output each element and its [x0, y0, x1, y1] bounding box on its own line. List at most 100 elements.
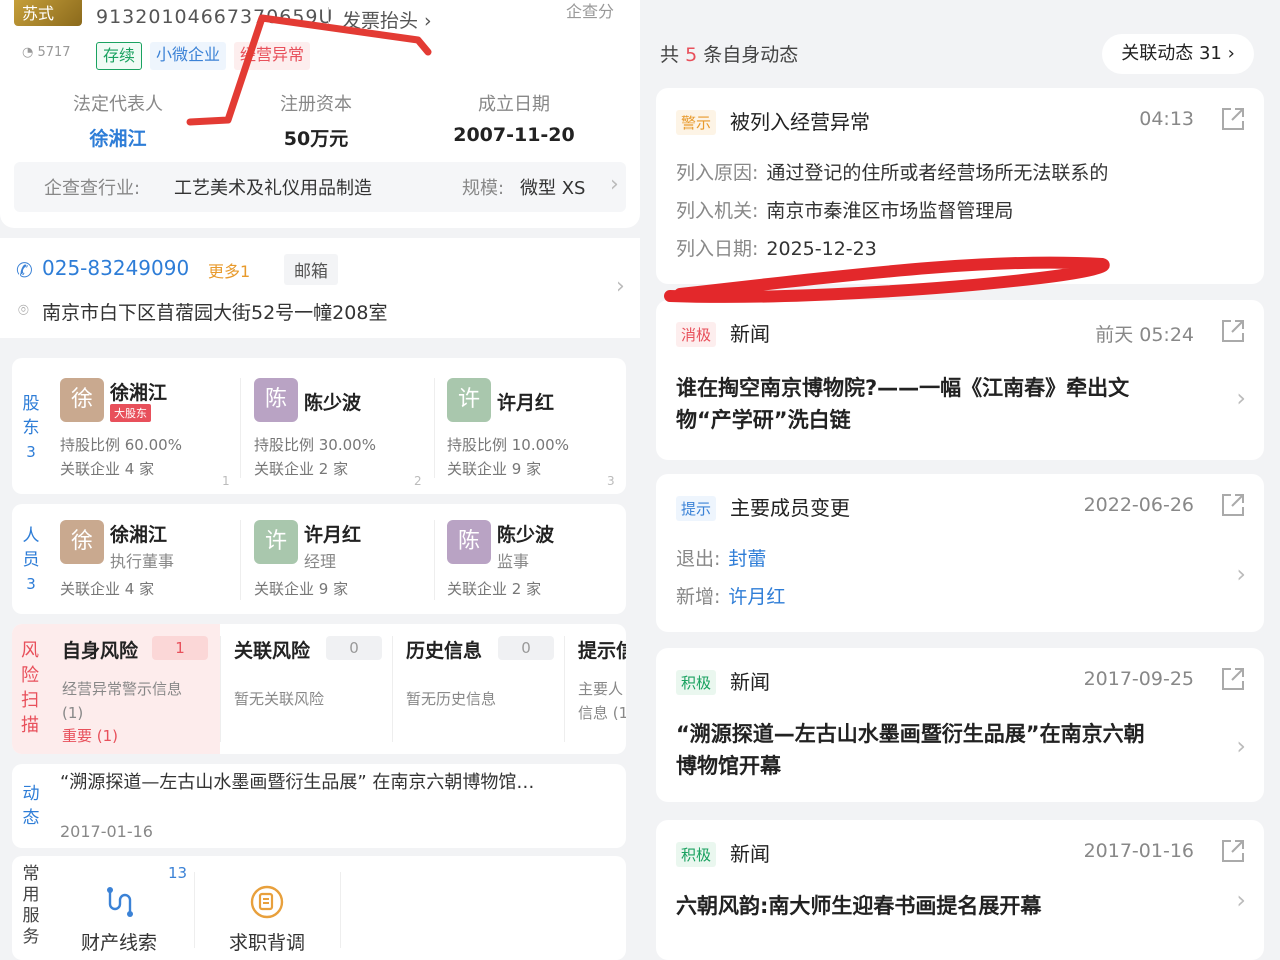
view-count: ◔ 5717 — [22, 45, 71, 60]
risk-scan-label: 风险扫描 — [21, 640, 39, 736]
avatar: 徐 — [60, 520, 104, 564]
divider — [340, 872, 341, 948]
event-card-news-negative[interactable]: 消极 新闻 前天 05:24 谁在掏空南京博物院?——一幅《江南春》牵出文 物“产… — [656, 300, 1264, 460]
chevron-right-icon: › — [1236, 732, 1246, 760]
status-badge-abnormal[interactable]: 经营异常 — [234, 42, 311, 70]
event-card-abnormal[interactable]: 警示 被列入经营异常 04:13 列入原因: 通过登记的住所或者经营场所无法联系的… — [656, 88, 1264, 284]
news-headline: 谁在掏空南京博物院?——一幅《江南春》牵出文 物“产学研”洗白链 — [676, 376, 1130, 432]
avatar: 陈 — [447, 520, 491, 564]
staff-card-1[interactable]: 徐 徐湘江 执行董事 关联企业 4 家 — [60, 520, 250, 610]
background-check-icon — [250, 885, 284, 919]
services-label: 常用服务 — [22, 864, 40, 947]
shareholders-label[interactable]: 股东3 — [12, 392, 50, 464]
event-time: 2017-01-16 — [1083, 840, 1194, 862]
divider — [392, 636, 393, 742]
event-time: 2017-09-25 — [1083, 668, 1194, 690]
event-title: 新闻 — [730, 322, 770, 346]
avatar: 陈 — [254, 378, 298, 422]
risk-scan-card: 风险扫描 自身风险 1 经营异常警示信息 (1) 重要 (1) 关联风险 0 暂… — [12, 624, 626, 754]
tips-info[interactable]: 提示信 主要人 信息 (1 — [578, 636, 626, 725]
shareholder-card-1[interactable]: 徐 徐湘江 大股东 持股比例 60.00% 关联企业 4 家 1 — [60, 378, 250, 488]
self-risk-count: 1 — [152, 636, 208, 660]
divider — [220, 636, 221, 742]
location-pin-icon: ⌾ — [18, 300, 29, 321]
event-title: 新闻 — [730, 670, 770, 694]
status-badge-active: 存续 — [96, 42, 143, 70]
self-risk[interactable]: 自身风险 1 经营异常警示信息 (1) 重要 (1) — [62, 636, 212, 746]
phone-icon: ✆ — [16, 258, 33, 282]
staff-card-2[interactable]: 许 许月红 经理 关联企业 9 家 — [254, 520, 444, 610]
avatar: 徐 — [60, 378, 104, 422]
shareholder-card-3[interactable]: 许 许月红 持股比例 10.00% 关联企业 9 家 3 — [447, 378, 637, 488]
background-check-service[interactable]: 求职背调 — [212, 884, 322, 955]
dynamics-summary: 共 5 条自身动态 — [660, 44, 799, 66]
event-card-member-change[interactable]: 提示 主要成员变更 2022-06-26 退出: 封蕾 新增: 许月红 › — [656, 474, 1264, 632]
address-text[interactable]: 南京市白下区苜蓿园大街52号一幢208室 — [42, 298, 387, 325]
shareholder-card-2[interactable]: 陈 陈少波 持股比例 30.00% 关联企业 2 家 2 — [254, 378, 444, 488]
asset-clues-icon — [107, 887, 133, 917]
avatar: 许 — [447, 378, 491, 422]
chevron-right-icon: › — [616, 274, 625, 299]
external-link-icon[interactable] — [1220, 106, 1246, 132]
event-detail-line: 列入原因: 通过登记的住所或者经营场所无法联系的 — [676, 162, 1109, 184]
chevron-right-icon: › — [1236, 886, 1246, 914]
event-time: 2022-06-26 — [1083, 494, 1194, 516]
event-card-news-positive[interactable]: 积极 新闻 2017-01-16 六朝风韵:南大师生迎春书画提名展开幕 › — [656, 820, 1264, 960]
dynamic-date: 2017-01-16 — [60, 822, 153, 841]
event-tag: 提示 — [676, 496, 717, 521]
event-tag: 消极 — [676, 322, 717, 347]
external-link-icon[interactable] — [1220, 492, 1246, 518]
event-detail-line: 新增: 许月红 — [676, 586, 786, 608]
event-title: 被列入经营异常 — [730, 110, 870, 134]
registered-capital: 注册资本 50万元 — [280, 94, 352, 150]
divider — [564, 636, 565, 742]
company-detail-panel: 苏式 91320104667370659U 发票抬头 › 企查分 ◔ 5717 … — [0, 0, 640, 960]
company-header-card: 苏式 91320104667370659U 发票抬头 › 企查分 ◔ 5717 … — [0, 0, 640, 228]
external-link-icon[interactable] — [1220, 838, 1246, 864]
email-button[interactable]: 邮箱 — [284, 254, 338, 285]
staff-card-3[interactable]: 陈 陈少波 监事 关联企业 2 家 — [447, 520, 637, 610]
credit-code: 91320104667370659U — [96, 6, 334, 28]
event-tag: 积极 — [676, 842, 717, 867]
divider — [434, 378, 435, 478]
dynamic-card[interactable]: 动态 “溯源探道—左古山水墨画暨衍生品展” 在南京六朝博物馆… 2017-01-… — [12, 764, 626, 848]
event-detail-line: 退出: 封蕾 — [676, 548, 767, 570]
staff-label[interactable]: 人员3 — [12, 524, 50, 596]
event-time: 前天 05:24 — [1095, 324, 1194, 346]
staff-card: 人员3 徐 徐湘江 执行董事 关联企业 4 家 许 许月红 经理 关联企业 9 … — [12, 504, 626, 614]
chevron-right-icon: › — [1236, 560, 1246, 588]
divider — [240, 520, 241, 600]
history-info[interactable]: 历史信息 0 暂无历史信息 — [406, 636, 566, 711]
related-risk[interactable]: 关联风险 0 暂无关联风险 — [234, 636, 394, 711]
status-badge-small-enterprise: 小微企业 — [150, 42, 227, 70]
major-shareholder-badge: 大股东 — [110, 404, 151, 422]
divider — [434, 520, 435, 600]
related-dynamics-button[interactable]: 关联动态 31 › — [1102, 34, 1254, 74]
status-tags: 存续 小微企业 经营异常 — [96, 42, 311, 70]
qcc-score-link[interactable]: 企查分 — [566, 0, 614, 22]
event-tag: 积极 — [676, 670, 717, 695]
avatar: 许 — [254, 520, 298, 564]
divider — [194, 872, 195, 948]
shareholders-card: 股东3 徐 徐湘江 大股东 持股比例 60.00% 关联企业 4 家 1 陈 陈… — [12, 358, 626, 494]
chevron-right-icon: › — [1236, 384, 1246, 412]
legal-representative: 法定代表人 徐湘江 — [18, 90, 218, 151]
chevron-right-icon: › — [610, 172, 619, 197]
dynamic-label: 动态 — [22, 784, 40, 828]
external-link-icon[interactable] — [1220, 318, 1246, 344]
asset-clues-count: 13 — [168, 864, 188, 882]
external-link-icon[interactable] — [1220, 666, 1246, 692]
legal-representative-link[interactable]: 徐湘江 — [18, 124, 218, 151]
phone-link[interactable]: 025-83249090 — [42, 256, 189, 280]
industry-row[interactable]: 企查查行业: 工艺美术及礼仪用品制造 规模: 微型 XS › — [14, 162, 626, 212]
invoice-header-link[interactable]: 发票抬头 › — [342, 6, 432, 33]
event-time: 04:13 — [1139, 108, 1194, 130]
event-card-news-positive[interactable]: 积极 新闻 2017-09-25 “溯源探道—左古山水墨画暨衍生品展”在南京六朝… — [656, 648, 1264, 802]
more-phones-link[interactable]: 更多1 — [208, 258, 250, 282]
event-detail-line: 列入机关: 南京市秦淮区市场监督管理局 — [676, 200, 1014, 222]
common-services-card: 常用服务 财产线索 13 求职背调 — [12, 856, 626, 960]
event-tag: 警示 — [676, 110, 717, 135]
asset-clues-service[interactable]: 财产线索 — [64, 884, 174, 955]
event-title: 主要成员变更 — [730, 496, 850, 520]
event-title: 新闻 — [730, 842, 770, 866]
